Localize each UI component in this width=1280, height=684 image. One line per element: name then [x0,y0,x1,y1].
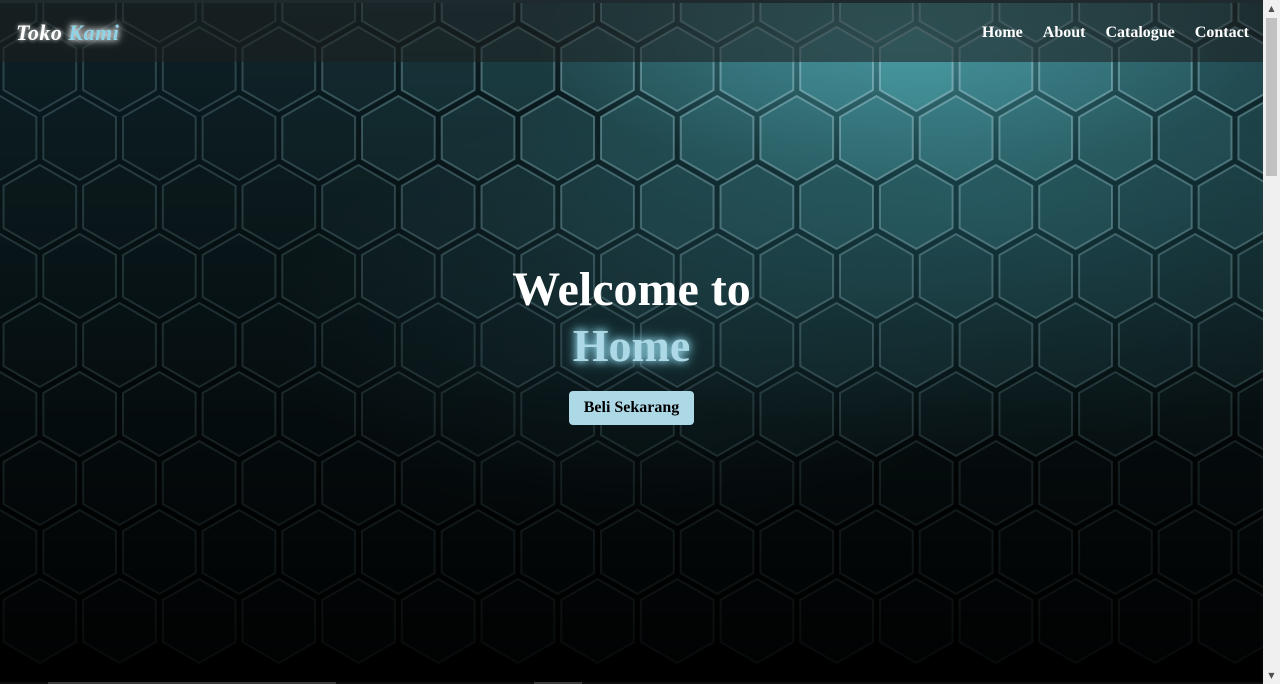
navbar: Toko Kami Home About Catalogue Contact [0,3,1263,62]
brand-logo[interactable]: Toko Kami [16,20,119,46]
nav-links: Home About Catalogue Contact [962,24,1249,42]
hero-subtitle: Home [572,320,691,371]
scrollbar-thumb[interactable] [1266,18,1277,176]
nav-link-home[interactable]: Home [982,24,1023,42]
hero-section: Toko Kami Home About Catalogue Contact We… [0,0,1263,684]
scroll-up-arrow-icon[interactable]: ▲ [1263,0,1280,17]
nav-link-catalogue[interactable]: Catalogue [1105,24,1174,42]
vertical-scrollbar[interactable]: ▲ ▼ [1263,0,1280,684]
scroll-down-arrow-icon[interactable]: ▼ [1263,667,1280,684]
brand-name-part1: Toko [16,19,63,45]
hero-content: Welcome to Home Beli Sekarang [0,262,1263,425]
brand-name-part2: Kami [68,19,120,45]
nav-link-about[interactable]: About [1043,24,1086,42]
buy-now-button[interactable]: Beli Sekarang [568,391,695,425]
nav-link-contact[interactable]: Contact [1195,24,1249,42]
hero-title: Welcome to [512,263,751,316]
